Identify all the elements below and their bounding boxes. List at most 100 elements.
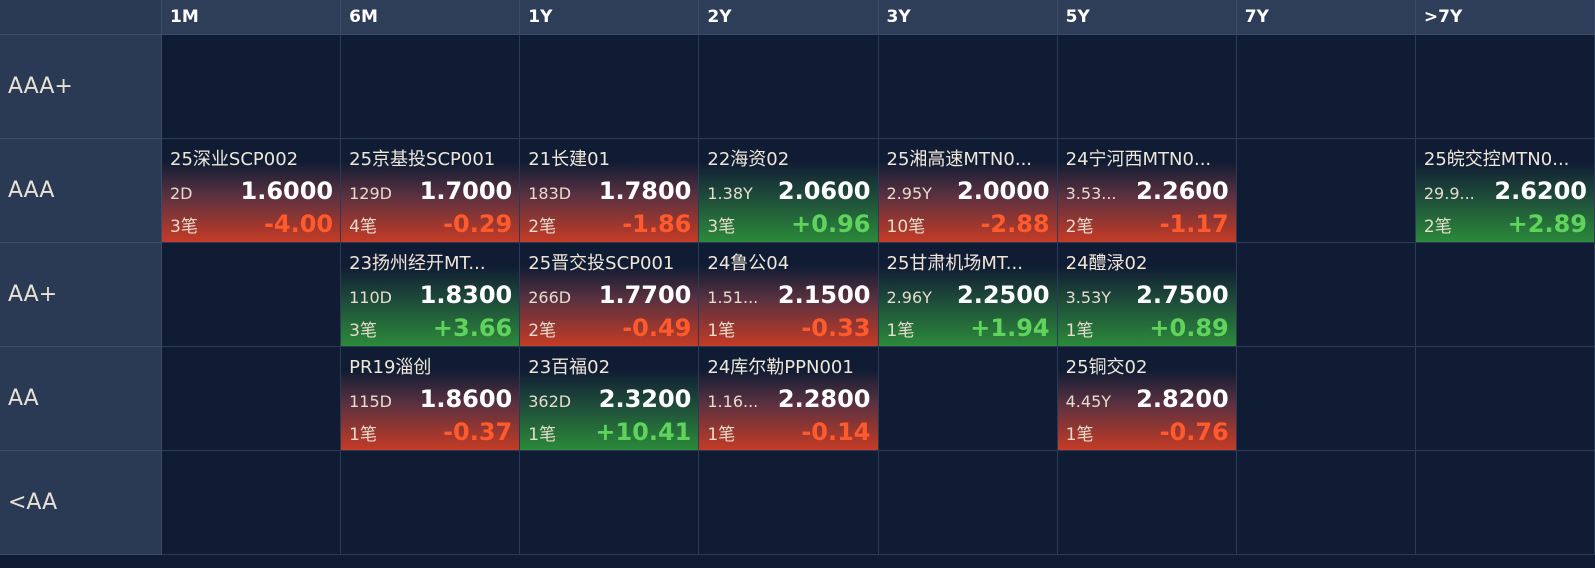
bond-card[interactable]: 24鲁公04 1.51... 2.1500 1笔 -0.33 [699, 243, 878, 346]
matrix-cell [162, 35, 342, 139]
bond-term: 110D [349, 287, 392, 307]
trade-count: 2笔 [1065, 217, 1094, 237]
matrix-cell: 25甘肃机场MT... 2.96Y 2.2500 1笔 +1.94 [878, 243, 1058, 347]
bond-term: 129D [349, 183, 392, 203]
bond-name: 22海资02 [707, 149, 790, 170]
matrix-cell [162, 451, 342, 555]
matrix-cell [699, 35, 879, 139]
bond-rate: 2.0000 [957, 176, 1050, 205]
bond-rate: 1.7000 [419, 176, 513, 205]
matrix-cell [1057, 451, 1237, 555]
bond-card[interactable]: 25京基投SCP001 129D 1.7000 4笔 -0.29 [341, 139, 520, 242]
bond-card[interactable]: PR19淄创 115D 1.8600 1笔 -0.37 [341, 347, 520, 450]
matrix-cell [1236, 347, 1416, 451]
trade-count: 1笔 [707, 425, 736, 445]
bond-name: 25铜交02 [1065, 357, 1148, 378]
bond-card[interactable]: 25晋交投SCP001 266D 1.7700 2笔 -0.49 [520, 243, 699, 346]
rate-change: -1.86 [622, 210, 692, 238]
matrix-cell [878, 451, 1058, 555]
rate-change: -4.00 [263, 210, 334, 238]
matrix-cell: 23百福02 362D 2.3200 1笔 +10.41 [520, 347, 700, 451]
row-header-rating: AA [0, 347, 162, 451]
bond-term: 3.53Y [1065, 287, 1112, 307]
matrix-cell [1057, 35, 1237, 139]
bond-term: 4.45Y [1065, 391, 1112, 411]
row-header-rating: AA+ [0, 243, 162, 347]
bond-name: 21长建01 [528, 149, 611, 170]
bond-term: 1.16... [707, 391, 759, 411]
matrix-cell [1236, 35, 1416, 139]
bond-rate: 2.2500 [957, 280, 1050, 309]
matrix-cell: 23扬州经开MT... 110D 1.8300 3笔 +3.66 [341, 243, 521, 347]
matrix-cell [520, 35, 700, 139]
bond-name: 23扬州经开MT... [349, 253, 486, 274]
bond-rate: 1.7700 [598, 280, 692, 309]
matrix-cell [1236, 451, 1416, 555]
matrix-cell: 21长建01 183D 1.7800 2笔 -1.86 [520, 139, 700, 243]
trade-count: 10笔 [886, 217, 926, 237]
trade-count: 3笔 [349, 321, 377, 341]
matrix-cell [520, 451, 700, 555]
bond-name: PR19淄创 [349, 357, 432, 378]
trade-count: 1笔 [707, 321, 736, 341]
trade-count: 2笔 [528, 217, 557, 237]
matrix-cell: 25铜交02 4.45Y 2.8200 1笔 -0.76 [1057, 347, 1237, 451]
matrix-cell [162, 243, 342, 347]
rate-change: +2.89 [1507, 210, 1587, 238]
bond-term: 2D [170, 183, 193, 203]
bond-card[interactable]: 25深业SCP002 2D 1.6000 3笔 -4.00 [162, 139, 341, 242]
bond-term: 29.9... [1423, 183, 1475, 203]
matrix-cell: 25京基投SCP001 129D 1.7000 4笔 -0.29 [341, 139, 521, 243]
matrix-cell: 24库尔勒PPN001 1.16... 2.2800 1笔 -0.14 [699, 347, 879, 451]
bond-rate: 2.2800 [777, 384, 871, 413]
bond-term: 1.51... [707, 287, 759, 307]
bond-card[interactable]: 24宁河西MTN0... 3.53... 2.2600 2笔 -1.17 [1057, 139, 1236, 242]
bond-term: 3.53... [1065, 183, 1117, 203]
bond-rate: 2.7500 [1136, 280, 1229, 309]
matrix-cell [1415, 243, 1595, 347]
bond-name: 25湘高速MTN0... [886, 149, 1033, 170]
bond-rate: 2.2600 [1136, 176, 1229, 205]
row-header-rating: AAA [0, 139, 162, 243]
rate-change: -0.14 [801, 418, 871, 446]
bond-term: 1.38Y [707, 183, 753, 203]
col-header-7y: 7Y [1236, 0, 1416, 35]
matrix-cell [1415, 35, 1595, 139]
bond-name: 23百福02 [528, 357, 611, 378]
bond-card[interactable]: 25湘高速MTN0... 2.95Y 2.0000 10笔 -2.88 [878, 139, 1057, 242]
bond-name: 25京基投SCP001 [349, 149, 496, 170]
rate-change: -1.17 [1159, 210, 1229, 238]
bond-name: 24库尔勒PPN001 [707, 357, 854, 378]
rate-change: +0.96 [791, 210, 871, 238]
bond-card[interactable]: 25铜交02 4.45Y 2.8200 1笔 -0.76 [1057, 347, 1236, 450]
row-header-rating: <AA [0, 451, 162, 555]
bond-card[interactable]: 25皖交控MTN0... 29.9... 2.6200 2笔 +2.89 [1415, 139, 1594, 242]
bond-name: 25甘肃机场MT... [886, 253, 1023, 274]
bond-card[interactable]: 25甘肃机场MT... 2.96Y 2.2500 1笔 +1.94 [878, 243, 1057, 346]
matrix-cell [878, 35, 1058, 139]
col-header-2y: 2Y [699, 0, 879, 35]
bond-term: 2.95Y [886, 183, 932, 203]
bond-rate: 1.6000 [240, 176, 334, 205]
col-header-gt7y: >7Y [1415, 0, 1595, 35]
bond-card[interactable]: 22海资02 1.38Y 2.0600 3笔 +0.96 [699, 139, 878, 242]
rate-change: +3.66 [432, 314, 513, 342]
matrix-cell: 25晋交投SCP001 266D 1.7700 2笔 -0.49 [520, 243, 700, 347]
bond-card[interactable]: 24醴渌02 3.53Y 2.7500 1笔 +0.89 [1057, 243, 1236, 346]
matrix-cell: PR19淄创 115D 1.8600 1笔 -0.37 [341, 347, 521, 451]
matrix-cell [341, 451, 521, 555]
matrix-cell [1415, 347, 1595, 451]
matrix-cell: 24醴渌02 3.53Y 2.7500 1笔 +0.89 [1057, 243, 1237, 347]
bond-term: 362D [528, 391, 572, 411]
bond-rate: 2.6200 [1494, 176, 1587, 205]
bond-card[interactable]: 24库尔勒PPN001 1.16... 2.2800 1笔 -0.14 [699, 347, 878, 450]
bond-card[interactable]: 21长建01 183D 1.7800 2笔 -1.86 [520, 139, 699, 242]
trade-count: 2笔 [1423, 217, 1452, 237]
bond-card[interactable]: 23百福02 362D 2.3200 1笔 +10.41 [520, 347, 699, 450]
corner-cell [0, 0, 162, 35]
bond-name: 25皖交控MTN0... [1423, 149, 1570, 170]
matrix-cell [341, 35, 521, 139]
trade-count: 1笔 [528, 425, 557, 445]
bond-card[interactable]: 23扬州经开MT... 110D 1.8300 3笔 +3.66 [341, 243, 520, 346]
rate-change: -0.33 [801, 314, 871, 342]
